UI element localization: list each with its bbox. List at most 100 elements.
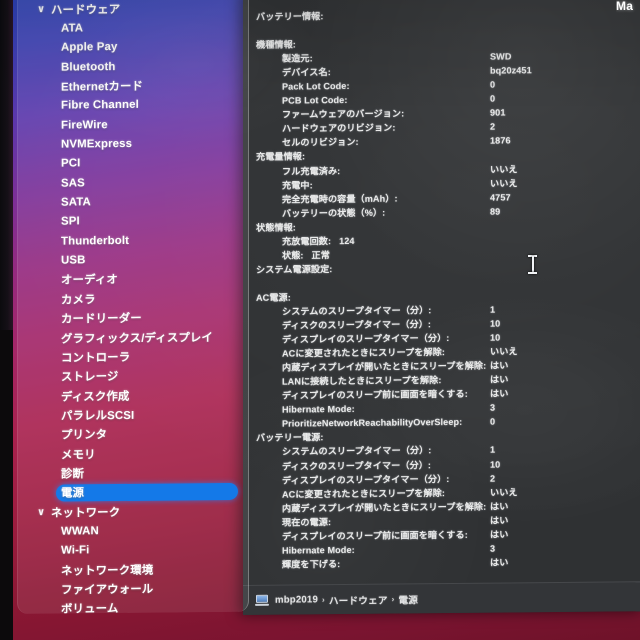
info-row-value: 正常 bbox=[311, 249, 330, 261]
sidebar-item-label: メモリ bbox=[61, 448, 96, 462]
display-bezel-left-lower bbox=[0, 330, 13, 640]
info-row-key: 現在の電源: bbox=[282, 516, 332, 528]
breadcrumb-statusbar: mbp2019 › ハードウェア › 電源 bbox=[243, 581, 640, 615]
info-row-value: 0 bbox=[490, 416, 496, 427]
sidebar-item-14[interactable]: オーディオ bbox=[18, 269, 249, 291]
info-row-key: LANに接続したときにスリープを解除: bbox=[282, 375, 442, 387]
sidebar-item-label: Bluetooth bbox=[61, 60, 116, 74]
info-row-value: 10 bbox=[490, 332, 501, 343]
sidebar-item-0[interactable]: ∨ ハードウェア bbox=[18, 0, 249, 19]
sidebar-item-8[interactable]: PCI bbox=[18, 153, 249, 175]
sidebar-item-6[interactable]: FireWire bbox=[18, 114, 249, 136]
sidebar-item-label: ファイアウォール bbox=[61, 583, 154, 597]
sidebar-item-label: ATA bbox=[61, 22, 84, 35]
sidebar-item-label: WWAN bbox=[61, 525, 99, 538]
sidebar-item-label: SAS bbox=[61, 177, 85, 190]
sidebar-item-15[interactable]: カメラ bbox=[18, 288, 249, 310]
section-title-text: 充電量情報: bbox=[256, 151, 306, 163]
sidebar-item-5[interactable]: Fibre Channel bbox=[18, 94, 249, 116]
chevron-down-icon[interactable]: ∨ bbox=[37, 4, 45, 15]
info-row-key: 充放電回数: bbox=[282, 235, 332, 247]
sidebar-item-24[interactable]: 診断 bbox=[18, 462, 249, 484]
sidebar-item-4[interactable]: Ethernetカード bbox=[18, 75, 249, 97]
sidebar-item-label: オーディオ bbox=[61, 274, 118, 288]
sidebar-item-25[interactable]: 電源 bbox=[18, 481, 249, 503]
info-row-value: はい bbox=[490, 360, 509, 371]
info-row-key: ハードウェアのリビジョン: bbox=[282, 122, 396, 135]
info-row-value: 4757 bbox=[490, 192, 511, 203]
sidebar-item-17[interactable]: グラフィックス/ディスプレイ bbox=[18, 327, 249, 349]
sidebar-item-10[interactable]: SATA bbox=[18, 191, 249, 213]
sidebar-item-label: SATA bbox=[61, 196, 91, 209]
sidebar-item-2[interactable]: Apple Pay bbox=[18, 36, 249, 58]
sidebar-item-9[interactable]: SAS bbox=[18, 172, 249, 194]
menubar-partial-item[interactable]: Ma bbox=[616, 0, 638, 13]
info-row-value: 901 bbox=[490, 107, 506, 118]
sidebar-item-26[interactable]: ∨ ネットワーク bbox=[18, 501, 249, 523]
sidebar-item-3[interactable]: Bluetooth bbox=[18, 56, 249, 78]
info-row-key: ACに変更されたときにスリープを解除: bbox=[282, 347, 446, 359]
sidebar-item-label: グラフィックス/ディスプレイ bbox=[61, 331, 213, 346]
info-row-key: システムのスリープタイマー（分）: bbox=[282, 305, 432, 317]
sidebar-item-label: USB bbox=[61, 254, 86, 267]
sidebar-item-label: ハードウェア bbox=[51, 3, 121, 17]
info-row-value: いいえ bbox=[490, 177, 518, 189]
info-row-key: 状態: bbox=[282, 250, 304, 261]
breadcrumb-separator: › bbox=[322, 595, 325, 605]
sidebar-item-23[interactable]: メモリ bbox=[18, 443, 249, 465]
info-row-key: Pack Lot Code: bbox=[282, 81, 350, 92]
info-row-value: はい bbox=[490, 515, 509, 526]
sidebar-item-label: NVMExpress bbox=[61, 137, 133, 151]
sidebar-item-16[interactable]: カードリーダー bbox=[18, 307, 249, 329]
sidebar-item-18[interactable]: コントローラ bbox=[18, 346, 249, 368]
breadcrumb-item-1[interactable]: ハードウェア bbox=[329, 592, 388, 607]
info-row-value: 0 bbox=[490, 79, 496, 90]
info-row-value: bq20z451 bbox=[490, 65, 532, 76]
sidebar-item-label: Fibre Channel bbox=[61, 99, 139, 112]
sidebar-item-7[interactable]: NVMExpress bbox=[18, 133, 249, 155]
info-row-value: 89 bbox=[490, 206, 501, 217]
sidebar-item-11[interactable]: SPI bbox=[18, 211, 249, 233]
info-row-key: 製造元: bbox=[282, 53, 313, 64]
information-content-pane[interactable]: バッテリー情報: 機種情報: 製造元: SWD デバイス名: bq20z451 Pack L… bbox=[243, 0, 640, 585]
sidebar-item-label: カメラ bbox=[61, 294, 96, 307]
sidebar-item-label: 電源 bbox=[61, 487, 85, 500]
system-information-window: バッテリー情報: 機種情報: 製造元: SWD デバイス名: bq20z451 Pack L… bbox=[243, 0, 640, 616]
sidebar-item-label: FireWire bbox=[61, 118, 108, 132]
breadcrumb-item-2[interactable]: 電源 bbox=[399, 592, 419, 606]
info-row-value: 1 bbox=[490, 304, 496, 315]
sidebar-item-label: パラレルSCSI bbox=[61, 409, 135, 423]
sidebar-item-29[interactable]: ネットワーク環境 bbox=[18, 559, 249, 581]
sidebar-item-13[interactable]: USB bbox=[18, 249, 249, 271]
info-row-value: いいえ bbox=[490, 163, 518, 175]
sidebar-item-22[interactable]: プリンタ bbox=[18, 423, 249, 445]
sidebar-list: ∨ ハードウェア ATA Apple Pay Bluetooth Ethernetカード F… bbox=[18, 0, 249, 614]
sidebar-item-21[interactable]: パラレルSCSI bbox=[18, 404, 249, 426]
sidebar-item-31[interactable]: ボリューム bbox=[18, 597, 249, 614]
info-row-key: 完全充電時の容量（mAh）: bbox=[282, 193, 398, 205]
computer-icon bbox=[255, 594, 269, 606]
section-title-text: AC電源: bbox=[256, 292, 291, 303]
sidebar-item-label: Wi-Fi bbox=[61, 544, 90, 557]
sidebar-item-27[interactable]: WWAN bbox=[18, 520, 249, 542]
info-row-key: ファームウェアのバージョン: bbox=[282, 108, 405, 120]
sidebar-item-label: カードリーダー bbox=[61, 312, 142, 326]
sidebar-item-12[interactable]: Thunderbolt bbox=[18, 230, 249, 252]
sidebar-item-label: ボリューム bbox=[61, 603, 119, 615]
info-row-key: Hibernate Mode: bbox=[282, 544, 355, 556]
section-title-text: 機種情報: bbox=[256, 39, 296, 50]
sidebar-item-28[interactable]: Wi-Fi bbox=[18, 539, 249, 561]
chevron-down-icon[interactable]: ∨ bbox=[37, 507, 45, 518]
info-row-value: 0 bbox=[490, 93, 496, 104]
sidebar-item-30[interactable]: ファイアウォール bbox=[18, 578, 249, 600]
info-row-value: 124 bbox=[339, 235, 355, 246]
sidebar-item-19[interactable]: ストレージ bbox=[18, 365, 249, 387]
breadcrumb-separator: › bbox=[391, 594, 395, 604]
info-row-key: ディスクのスリープタイマー（分）: bbox=[282, 459, 432, 472]
sidebar-item-1[interactable]: ATA bbox=[18, 17, 249, 39]
info-row-key: システムのスリープタイマー（分）: bbox=[282, 445, 432, 458]
sidebar-item-20[interactable]: ディスク作成 bbox=[18, 385, 249, 407]
breadcrumb-item-0[interactable]: mbp2019 bbox=[275, 594, 318, 605]
info-row-value: 1 bbox=[490, 445, 496, 456]
info-row-value: SWD bbox=[490, 51, 512, 62]
